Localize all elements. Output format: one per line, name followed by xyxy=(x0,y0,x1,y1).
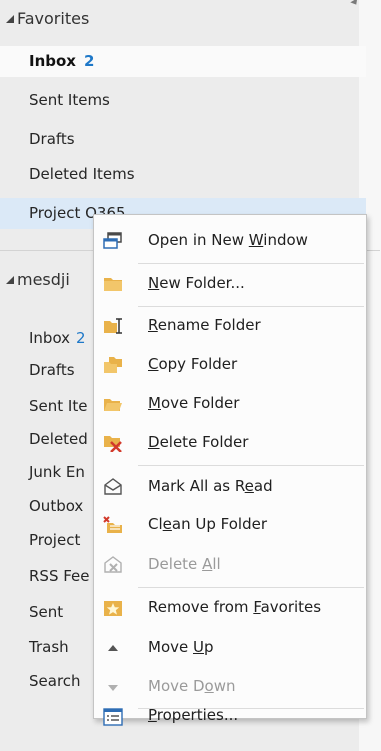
menu-item-label: Move Up xyxy=(148,638,214,656)
menu-item-label: Properties... xyxy=(148,706,239,724)
menu-item-label: Open in New Window xyxy=(148,231,308,249)
unread-count: 2 xyxy=(76,329,86,347)
folder-context-menu: Open in New Window New Folder... Rename … xyxy=(93,214,367,726)
menu-item-delete-folder[interactable]: Delete Folder xyxy=(94,424,366,462)
menu-separator xyxy=(138,263,364,264)
menu-separator xyxy=(138,587,364,588)
menu-item-label: Copy Folder xyxy=(148,355,238,373)
menu-item-clean-up-folder[interactable]: Clean Up Folder xyxy=(94,506,366,544)
menu-item-open-in-new-window[interactable]: Open in New Window xyxy=(94,222,366,260)
delete-folder-icon xyxy=(103,434,123,453)
favorite-item-label: Deleted Items xyxy=(29,165,135,183)
favorites-header[interactable]: Favorites xyxy=(6,9,89,28)
menu-item-label: Delete Folder xyxy=(148,433,249,451)
menu-item-delete-all[interactable]: Delete All xyxy=(94,546,366,584)
menu-item-mark-all-as-read[interactable]: Mark All as Read xyxy=(94,468,366,506)
mark-read-icon xyxy=(103,478,123,496)
new-folder-icon xyxy=(103,275,123,293)
move-up-icon xyxy=(103,639,123,657)
menu-item-label: Remove from Favorites xyxy=(148,598,322,616)
menu-item-label: Move Folder xyxy=(148,394,240,412)
favorite-item-label: Sent Items xyxy=(29,91,110,109)
menu-separator xyxy=(138,465,364,466)
move-folder-icon xyxy=(103,395,123,413)
menu-item-label: Mark All as Read xyxy=(148,477,273,495)
rename-folder-icon xyxy=(103,317,123,335)
favorite-item-sent-items[interactable]: Sent Items xyxy=(0,85,366,116)
favorite-item-drafts[interactable]: Drafts xyxy=(0,124,366,155)
menu-item-remove-from-favorites[interactable]: Remove from Favorites xyxy=(94,589,366,627)
menu-item-label: Rename Folder xyxy=(148,316,261,334)
menu-item-move-up[interactable]: Move Up xyxy=(94,629,366,667)
favorite-item-inbox[interactable]: Inbox 2 xyxy=(0,46,366,77)
collapse-triangle-icon[interactable] xyxy=(6,15,14,23)
unread-count: 2 xyxy=(83,52,95,70)
open-window-icon xyxy=(103,232,123,250)
menu-item-move-folder[interactable]: Move Folder xyxy=(94,385,366,423)
move-down-icon xyxy=(103,678,123,696)
properties-icon xyxy=(103,708,123,726)
menu-item-new-folder[interactable]: New Folder... xyxy=(94,265,366,303)
menu-item-rename-folder[interactable]: Rename Folder xyxy=(94,307,366,345)
clean-up-icon xyxy=(103,516,123,534)
menu-item-label: Delete All xyxy=(148,555,221,573)
menu-item-copy-folder[interactable]: Copy Folder xyxy=(94,346,366,384)
menu-item-properties[interactable]: Properties... xyxy=(94,706,366,726)
menu-item-label: Move Down xyxy=(148,677,236,695)
account-header[interactable]: mesdji xyxy=(6,270,70,289)
collapse-triangle-icon[interactable] xyxy=(6,276,14,284)
menu-item-move-down[interactable]: Move Down xyxy=(94,668,366,706)
delete-all-icon xyxy=(103,556,123,574)
favorite-item-label: Drafts xyxy=(29,130,75,148)
copy-folder-icon xyxy=(103,356,123,374)
favorite-item-deleted-items[interactable]: Deleted Items xyxy=(0,159,366,190)
menu-item-label: New Folder... xyxy=(148,274,245,292)
menu-item-label: Clean Up Folder xyxy=(148,515,267,533)
remove-favorites-icon xyxy=(103,599,123,617)
scroll-indicator-icon xyxy=(351,0,361,6)
favorite-item-label: Inbox xyxy=(29,52,76,70)
